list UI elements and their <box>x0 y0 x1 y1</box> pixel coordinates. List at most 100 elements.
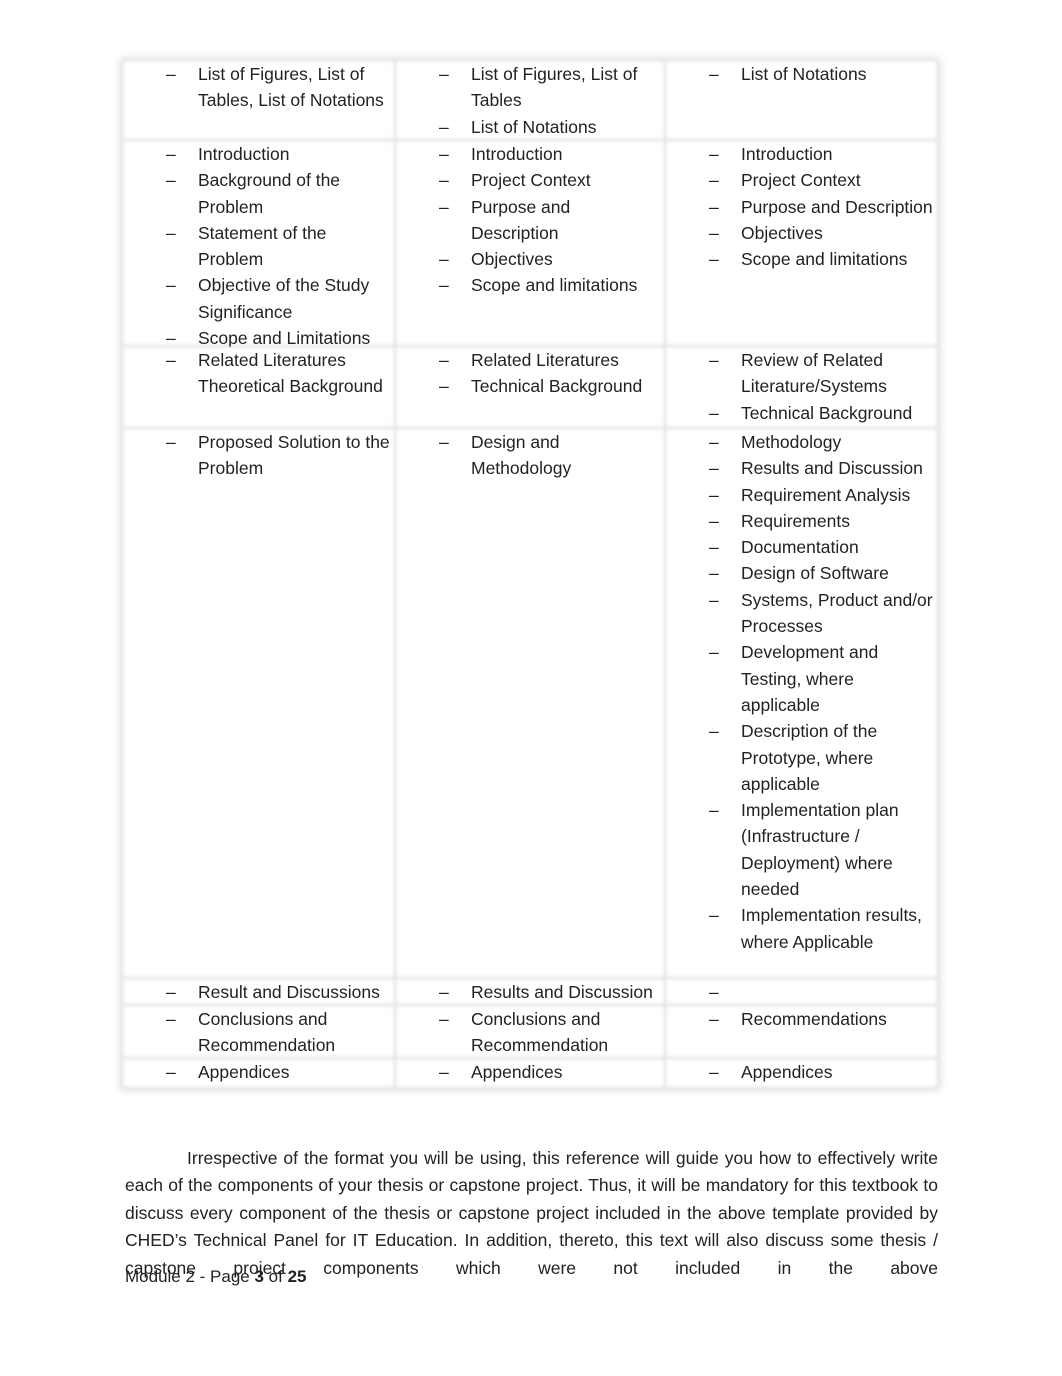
dash-bullet-icon: – <box>709 905 719 926</box>
table-cell: – Related Literatures Theoretical Backgro… <box>122 346 395 428</box>
list-item: – Methodology <box>665 429 938 455</box>
list-item-text: Requirements <box>741 510 850 531</box>
list-item-text: Proposed Solution to the Problem <box>198 432 390 479</box>
table-cell: – Methodology – Results and Discussion – Requ… <box>665 428 938 978</box>
list-item: – Results and Discussion <box>395 979 665 1005</box>
list-item-text: Implementation plan (Infrastructure / De… <box>741 800 899 900</box>
list-item: – Scope and limitations <box>395 272 665 298</box>
list-item: – Appendices <box>122 1059 395 1085</box>
dash-bullet-icon: – <box>709 800 719 821</box>
page-number: 3 <box>254 1267 264 1286</box>
list-item-text: Appendices <box>198 1062 290 1082</box>
dash-bullet-icon: – <box>709 170 719 191</box>
dash-bullet-icon: – <box>439 982 449 1002</box>
list-item: – Description of the Prototype, where app… <box>665 718 938 797</box>
dash-bullet-icon: – <box>439 1062 449 1082</box>
bullet-list: – List of Figures, List of Tables – List of… <box>395 60 665 140</box>
dash-bullet-icon: – <box>709 196 719 217</box>
list-item-text: Purpose and Description <box>741 196 933 217</box>
dash-bullet-icon: – <box>439 196 449 217</box>
list-item-text: Scope and limitations <box>471 275 638 296</box>
bullet-list: – Design and Methodology <box>395 428 665 482</box>
dash-bullet-icon: – <box>709 222 719 243</box>
dash-bullet-icon: – <box>166 275 176 296</box>
page-total: 25 <box>287 1267 307 1286</box>
dash-bullet-icon: – <box>166 1062 176 1082</box>
list-item: – Purpose and Description <box>395 194 665 247</box>
list-item-text: Technical Background <box>471 376 643 397</box>
dash-bullet-icon: – <box>166 222 176 243</box>
list-item: – Systems, Product and/or Processes <box>665 587 938 640</box>
list-item: – Introduction <box>665 141 938 167</box>
list-item: – Objectives <box>395 246 665 272</box>
list-item: – Requirement Analysis <box>665 482 938 508</box>
list-item: – Result and Discussions <box>122 979 395 1005</box>
list-item: – Appendices <box>665 1059 938 1085</box>
list-item: – Documentation <box>665 534 938 560</box>
dash-bullet-icon: – <box>166 1009 176 1029</box>
bullet-list: – Related Literatures – Technical Backgroun… <box>395 346 665 400</box>
bullet-list: – Appendices <box>395 1058 665 1085</box>
table-cell: – List of Figures, List of Tables, List o… <box>122 60 395 140</box>
footer-prefix: Module 2 - Page <box>125 1267 255 1286</box>
list-item-text: Recommendations <box>741 1009 887 1029</box>
dash-bullet-icon: – <box>709 64 719 84</box>
table-cell: – Introduction – Project Context – Purpose an… <box>665 140 938 346</box>
table-cell: – Conclusions and Recommendation <box>395 1005 665 1058</box>
dash-bullet-icon: – <box>709 982 719 1002</box>
list-item-text: Conclusions and Recommendation <box>471 1009 609 1056</box>
table-cell: – Related Literatures – Technical Backgroun… <box>395 346 665 428</box>
list-item: – Implementation results, where Applicabl… <box>665 902 938 955</box>
list-item-text: Methodology <box>741 432 842 452</box>
list-item-text: List of Notations <box>471 116 597 137</box>
list-item-text: Introduction <box>198 144 290 164</box>
list-item: – Statement of the Problem <box>122 220 395 273</box>
list-item: – Requirements <box>665 508 938 534</box>
list-item: – List of Notations <box>395 114 665 140</box>
list-item: – Related Literatures <box>395 347 665 373</box>
list-item-text: Related Literatures <box>471 350 619 370</box>
dash-bullet-icon: – <box>166 350 176 370</box>
list-item-text: Project Context <box>741 170 861 191</box>
table-cell: – Introduction – Background of the Problem –… <box>122 140 395 348</box>
list-item-text: Introduction <box>741 144 833 164</box>
table-cell: – List of Notations <box>665 60 938 140</box>
list-item-text: Project Context <box>471 170 591 191</box>
table-cell: – Review of Related Literature/Systems – Te… <box>665 346 938 428</box>
bullet-list: – Recommendations <box>665 1005 938 1032</box>
table-cell: – <box>665 978 938 1005</box>
dash-bullet-icon: – <box>709 563 719 584</box>
list-item: – Design and Methodology <box>395 429 665 482</box>
list-item: – Conclusions and Recommendation <box>122 1006 395 1059</box>
bullet-list: – Related Literatures Theoretical Backgro… <box>122 346 395 400</box>
table-cell: – Results and Discussion <box>395 978 665 1005</box>
list-item: – Purpose and Description <box>665 194 938 220</box>
list-item-text: Implementation results, where Applicable <box>741 905 922 952</box>
table-cell: – Design and Methodology <box>395 428 665 978</box>
list-item-text: Scope and limitations <box>741 249 908 270</box>
bullet-list: – Introduction – Project Context – Purpose an… <box>395 140 665 299</box>
list-item: – Review of Related Literature/Systems <box>665 347 938 400</box>
dash-bullet-icon: – <box>439 249 449 270</box>
bullet-list: – Result and Discussions <box>122 978 395 1005</box>
table-cell: – List of Figures, List of Tables – List of… <box>395 60 665 140</box>
list-item-text: Background of the Problem <box>198 170 341 217</box>
bullet-list: – <box>665 978 938 1002</box>
page-footer: Module 2 - Page 3 of 25 <box>125 1267 306 1287</box>
list-item: – Proposed Solution to the Problem <box>122 429 395 482</box>
table-cell: – Result and Discussions <box>122 978 395 1005</box>
dash-bullet-icon: – <box>709 1009 719 1029</box>
list-item: – Project Context <box>665 167 938 193</box>
list-item-text: Conclusions and Recommendation <box>198 1009 336 1056</box>
dash-bullet-icon: – <box>439 376 449 397</box>
dash-bullet-icon: – <box>439 350 449 370</box>
list-item-text: Objectives <box>741 222 823 243</box>
table-cell: – Conclusions and Recommendation <box>122 1005 395 1058</box>
list-item: – Introduction <box>395 141 665 167</box>
list-item: – Technical Background <box>665 400 938 426</box>
list-item-text: Introduction <box>471 144 563 164</box>
dash-bullet-icon: – <box>709 144 719 164</box>
list-item-text: List of Notations <box>741 64 867 84</box>
bullet-list: – Conclusions and Recommendation <box>122 1005 395 1059</box>
dash-bullet-icon: – <box>709 721 719 742</box>
